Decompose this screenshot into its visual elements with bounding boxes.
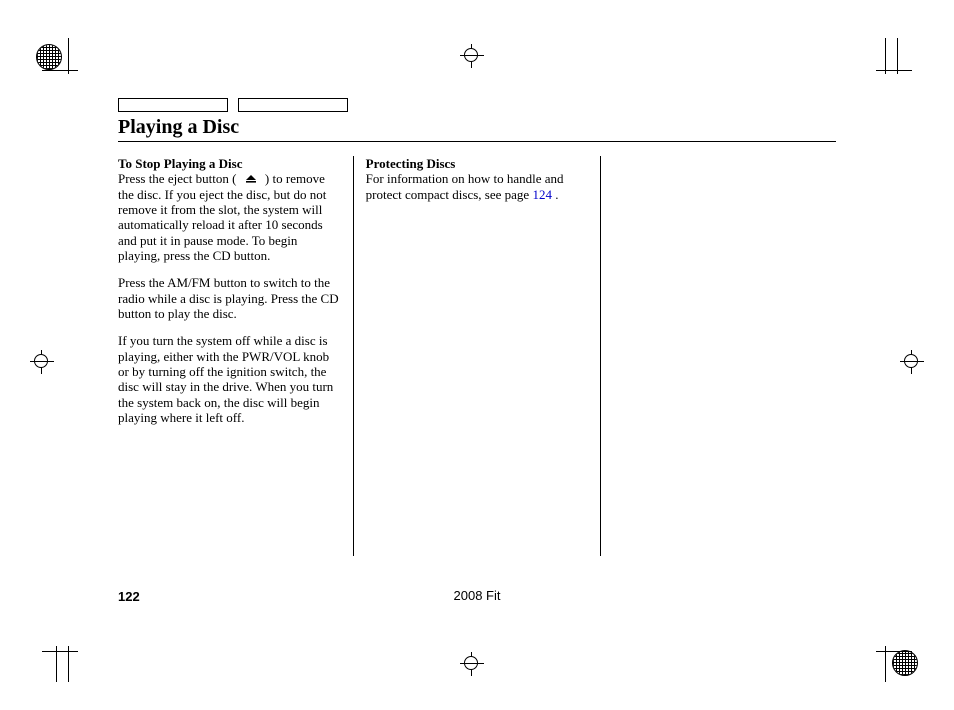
eject-icon	[240, 174, 262, 184]
column-2: Protecting Discs For information on how …	[353, 156, 589, 556]
crop-mark	[42, 651, 78, 652]
stop-playing-paragraph: To Stop Playing a Disc Press the eject b…	[118, 156, 341, 263]
body-text: Press the eject button (	[118, 171, 236, 186]
header-tabs	[118, 98, 836, 112]
print-mark-globe	[892, 650, 918, 676]
crop-mark	[68, 646, 69, 682]
page-title: Playing a Disc	[118, 116, 836, 139]
subheading-stop: To Stop Playing a Disc	[118, 156, 243, 171]
subheading-protect: Protecting Discs	[366, 156, 456, 171]
column-1: To Stop Playing a Disc Press the eject b…	[118, 156, 341, 425]
header-tab	[238, 98, 348, 112]
page-number: 122	[118, 589, 140, 604]
crop-mark	[885, 38, 886, 74]
crop-mark	[876, 651, 912, 652]
crop-mark	[897, 38, 898, 74]
registration-cross	[30, 350, 54, 374]
content-columns: To Stop Playing a Disc Press the eject b…	[118, 156, 836, 556]
crop-mark	[68, 38, 69, 74]
page-link-124[interactable]: 124	[532, 187, 552, 202]
crop-mark	[42, 70, 78, 71]
crop-mark	[876, 70, 912, 71]
crop-mark	[56, 646, 57, 682]
crop-mark	[885, 646, 886, 682]
body-text: If you turn the system off while a disc …	[118, 333, 341, 425]
column-3	[600, 156, 836, 556]
body-text: Press the AM/FM button to switch to the …	[118, 275, 341, 321]
header-tab	[118, 98, 228, 112]
protecting-discs-paragraph: Protecting Discs For information on how …	[366, 156, 589, 202]
page-footer: 122 2008 Fit	[118, 588, 836, 606]
registration-cross	[460, 44, 484, 68]
registration-cross	[460, 652, 484, 676]
title-rule	[118, 141, 836, 142]
model-year: 2008 Fit	[454, 588, 501, 603]
body-text: .	[555, 187, 558, 202]
print-mark-globe	[36, 44, 62, 70]
manual-page: Playing a Disc To Stop Playing a Disc Pr…	[118, 98, 836, 556]
registration-cross	[900, 350, 924, 374]
